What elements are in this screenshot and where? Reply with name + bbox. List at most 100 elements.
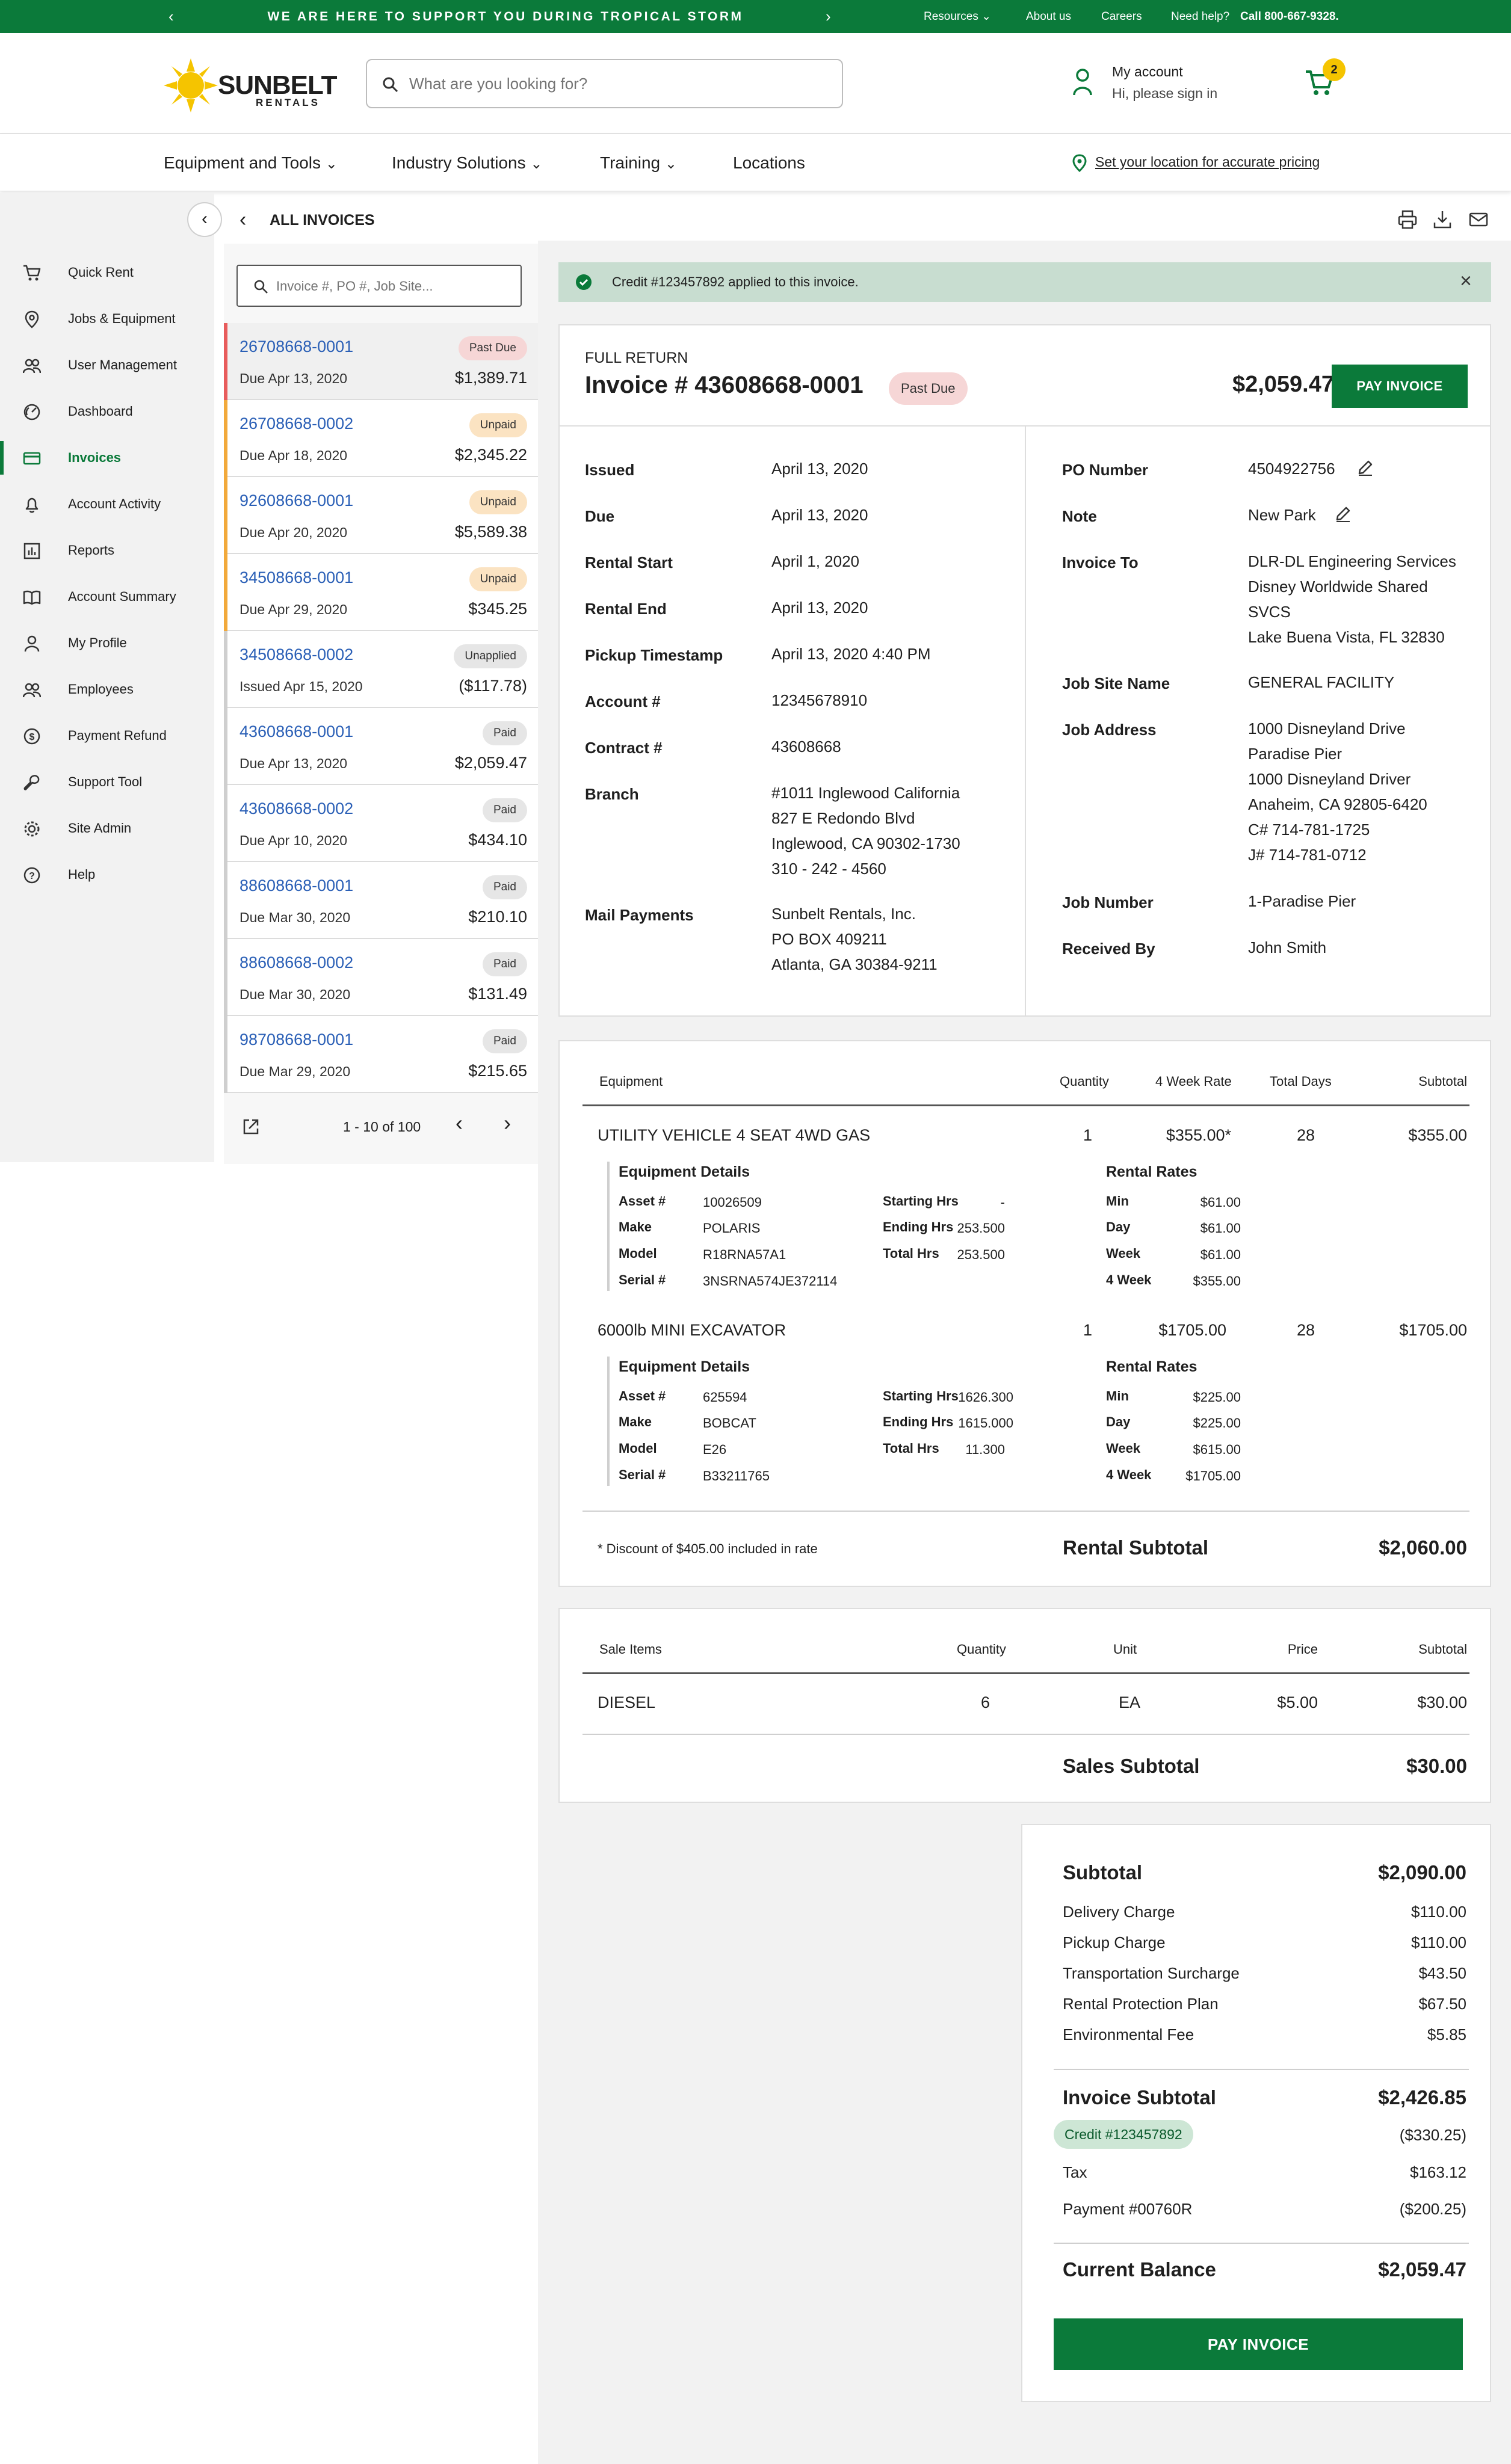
equipment-subtotal: $1705.00: [1399, 1321, 1467, 1339]
invoice-list-item[interactable]: 92608668-0001 Due Apr 20, 2020 Unpaid $5…: [224, 477, 538, 554]
sidebar-item-site-admin[interactable]: Site Admin: [0, 807, 214, 850]
invoice-list-item[interactable]: 98708668-0001 Due Mar 29, 2020 Paid $215…: [224, 1016, 538, 1093]
invoice-number[interactable]: 43608668-0001: [239, 722, 353, 741]
next-announcement-icon[interactable]: ›: [826, 0, 831, 33]
all-invoices-link[interactable]: ALL INVOICES: [270, 212, 375, 229]
field-label: Branch: [585, 785, 639, 803]
invoice-list-item[interactable]: 34508668-0002 Issued Apr 15, 2020 Unappl…: [224, 631, 538, 708]
sidebar-item-label: Account Activity: [68, 496, 161, 511]
nav-industry-solutions[interactable]: Industry Solutions ⌄: [392, 134, 542, 191]
sidebar-item-label: Help: [68, 867, 96, 882]
nav-equipment-tools[interactable]: Equipment and Tools ⌄: [164, 134, 338, 191]
nav-training[interactable]: Training ⌄: [600, 134, 677, 191]
field-label: PO Number: [1062, 461, 1149, 479]
sidebar-item-quick-rent[interactable]: Quick Rent: [0, 251, 214, 294]
invoice-number[interactable]: 34508668-0001: [239, 568, 353, 587]
invoice-number[interactable]: 88608668-0002: [239, 953, 353, 972]
sidebar-item-employees[interactable]: Employees: [0, 668, 214, 711]
sidebar-item-my-profile[interactable]: My Profile: [0, 621, 214, 665]
chevron-down-icon: ⌄: [981, 10, 992, 23]
pay-invoice-button[interactable]: PAY INVOICE: [1054, 2318, 1463, 2370]
details-rule: [607, 1357, 610, 1486]
invoice-due: Due Mar 29, 2020: [239, 1064, 351, 1079]
sale-item-name: DIESEL: [598, 1693, 656, 1711]
charge-label: Environmental Fee: [1063, 2025, 1194, 2044]
subtotal-label: Subtotal: [1063, 1861, 1142, 1883]
sidebar-item-help[interactable]: ? Help: [0, 853, 214, 896]
column-header: Price: [1287, 1642, 1318, 1657]
sidebar-item-dashboard[interactable]: Dashboard: [0, 390, 214, 433]
invoice-search-bar[interactable]: [236, 265, 522, 307]
invoice-search-input[interactable]: [276, 273, 511, 300]
logo-sun-icon[interactable]: [164, 58, 218, 112]
help-phone-link[interactable]: Call 800-667-9328.: [1240, 0, 1339, 33]
invoice-number[interactable]: 88608668-0001: [239, 876, 353, 895]
account-title[interactable]: My account: [1112, 64, 1183, 80]
resources-link[interactable]: Resources ⌄: [924, 0, 991, 33]
invoice-number[interactable]: 98708668-0001: [239, 1030, 353, 1049]
sidebar-item-reports[interactable]: Reports: [0, 529, 214, 572]
invoice-number[interactable]: 26708668-0001: [239, 337, 353, 356]
close-icon[interactable]: ×: [1460, 270, 1472, 293]
external-link-icon[interactable]: [242, 1118, 260, 1136]
sales-card: Sale Items Quantity Unit Price Subtotal …: [558, 1608, 1491, 1803]
email-icon[interactable]: [1468, 211, 1489, 229]
about-link[interactable]: About us: [1026, 0, 1071, 33]
edit-pencil-icon[interactable]: [1335, 505, 1352, 522]
invoice-list-item[interactable]: 34508668-0001 Due Apr 29, 2020 Unpaid $3…: [224, 554, 538, 631]
invoice-number[interactable]: 26708668-0002: [239, 414, 353, 433]
invoice-amount: ($117.78): [459, 677, 527, 695]
next-page-icon[interactable]: ›: [504, 1110, 511, 1136]
invoice-list-item[interactable]: 88608668-0001 Due Mar 30, 2020 Paid $210…: [224, 862, 538, 939]
dollar-circle-icon: $: [23, 727, 41, 745]
account-user-icon[interactable]: [1072, 67, 1093, 97]
nav-locations[interactable]: Locations: [733, 134, 805, 191]
print-icon[interactable]: [1397, 209, 1418, 230]
invoice-due: Due Mar 30, 2020: [239, 987, 351, 1002]
bar-chart-icon: [23, 542, 41, 560]
prev-announcement-icon[interactable]: ‹: [168, 0, 174, 33]
field-label: Account #: [585, 692, 661, 710]
sidebar-item-jobs-equipment[interactable]: Jobs & Equipment: [0, 297, 214, 340]
back-chevron-icon[interactable]: ‹: [239, 208, 246, 232]
branch-address: #1011 Inglewood California 827 E Redondo…: [771, 784, 960, 878]
invoice-list-item[interactable]: 88608668-0002 Due Mar 30, 2020 Paid $131…: [224, 939, 538, 1016]
discount-note: * Discount of $405.00 included in rate: [598, 1541, 818, 1556]
download-icon[interactable]: [1432, 209, 1453, 230]
invoice-list-item[interactable]: 26708668-0002 Due Apr 18, 2020 Unpaid $2…: [224, 400, 538, 477]
prev-page-icon[interactable]: ‹: [456, 1110, 463, 1136]
sidebar-item-payment-refund[interactable]: $ Payment Refund: [0, 714, 214, 757]
sidebar-item-account-activity[interactable]: Account Activity: [0, 482, 214, 526]
rate-value: $225.00: [1193, 1390, 1241, 1405]
set-location-link[interactable]: Set your location for accurate pricing: [1095, 154, 1320, 170]
sidebar-item-invoices[interactable]: Invoices: [0, 436, 214, 479]
invoice-amount: $5,589.38: [454, 523, 527, 541]
location-pin-icon: [1072, 154, 1087, 172]
detail-value: R18RNA57A1: [703, 1247, 786, 1262]
invoice-number[interactable]: 43608668-0002: [239, 799, 353, 818]
pay-invoice-button[interactable]: PAY INVOICE: [1332, 365, 1468, 408]
sidebar-item-user-management[interactable]: User Management: [0, 343, 214, 387]
search-bar[interactable]: [366, 59, 843, 108]
credit-badge[interactable]: Credit #123457892: [1054, 2120, 1193, 2149]
field-value: GENERAL FACILITY: [1248, 673, 1395, 691]
sidebar-item-account-summary[interactable]: Account Summary: [0, 575, 214, 618]
edit-pencil-icon[interactable]: [1357, 459, 1374, 476]
sidebar-item-support-tool[interactable]: Support Tool: [0, 760, 214, 804]
detail-label: Model: [619, 1441, 657, 1456]
hours-label: Ending Hrs: [883, 1414, 954, 1429]
careers-link[interactable]: Careers: [1101, 0, 1142, 33]
status-badge: Paid: [482, 798, 527, 822]
rate-label: 4 Week: [1106, 1467, 1152, 1482]
search-input[interactable]: [409, 69, 824, 99]
invoice-number[interactable]: 34508668-0002: [239, 645, 353, 664]
invoice-list-item[interactable]: 43608668-0001 Due Apr 13, 2020 Paid $2,0…: [224, 708, 538, 785]
account-signin[interactable]: Hi, please sign in: [1112, 85, 1217, 102]
status-indicator: [224, 554, 227, 631]
invoice-list-item[interactable]: 26708668-0001 Due Apr 13, 2020 Past Due …: [224, 323, 538, 400]
status-badge: Paid: [482, 952, 527, 976]
hours-value: 1626.300: [958, 1390, 1013, 1405]
invoice-list-item[interactable]: 43608668-0002 Due Apr 10, 2020 Paid $434…: [224, 785, 538, 862]
collapse-sidebar-button[interactable]: ‹: [187, 202, 222, 237]
invoice-number[interactable]: 92608668-0001: [239, 491, 353, 510]
